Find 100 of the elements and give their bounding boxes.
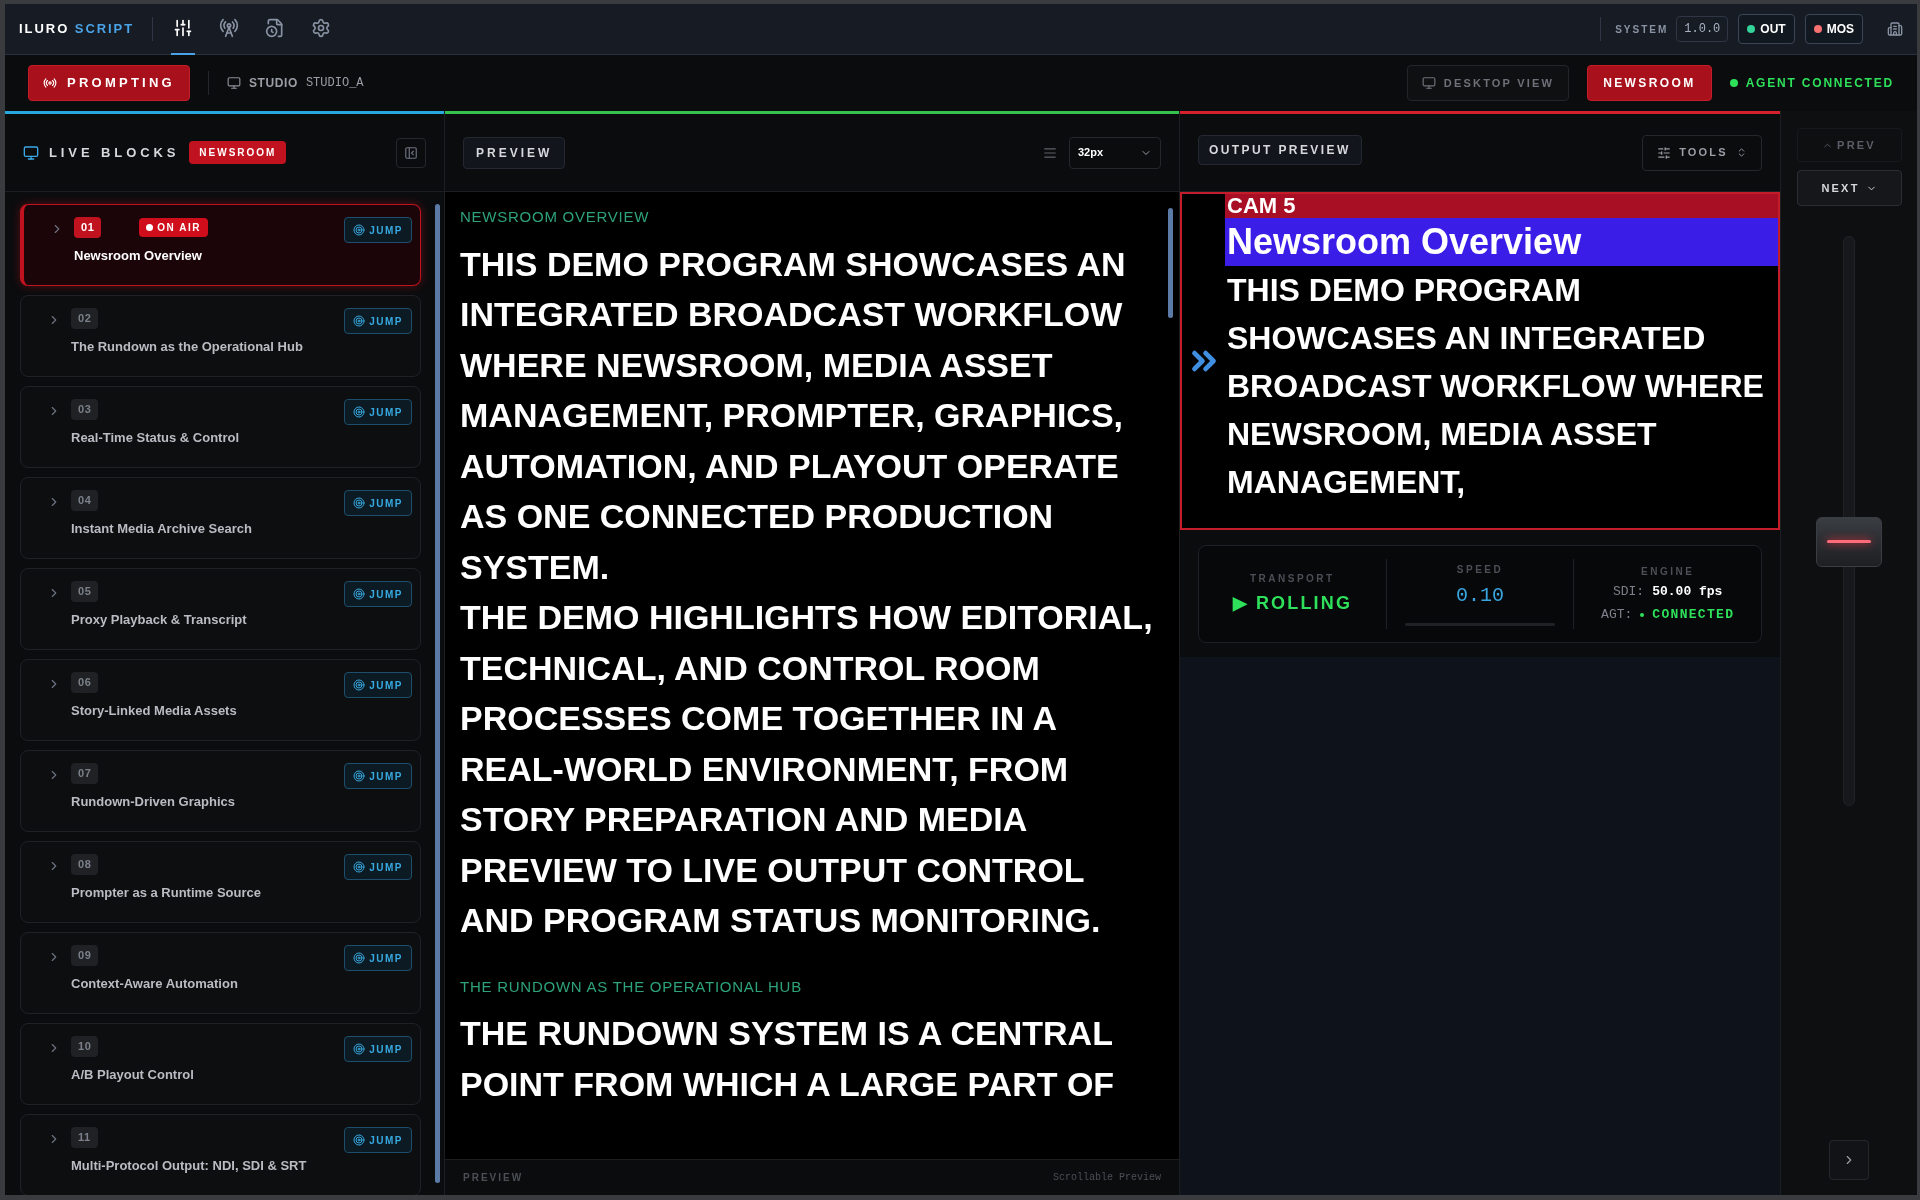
rundown-block[interactable]: 05 Proxy Playback & Transcript JUMP: [20, 568, 421, 650]
block-title: Context-Aware Automation: [71, 974, 239, 993]
output-text: THIS DEMO PROGRAM SHOWCASES AN INTEGRATED BROADCAST WORKFLOW WHERE NEWSROOM, MEDIA ASSET MANAGEMENT,: [1226, 271, 1765, 502]
jump-button[interactable]: JUMP: [344, 672, 412, 698]
block-number: 11: [71, 1127, 98, 1148]
script-paragraph: THE RUNDOWN SYSTEM IS A CENTRAL POINT FROM WHICH A LARGE PART OF: [460, 1013, 1116, 1105]
version-badge: 1.0.0: [1676, 16, 1729, 42]
monitor-icon: [23, 144, 39, 161]
newsroom-badge: NEWSROOM: [189, 141, 287, 164]
tools-button[interactable]: TOOLS: [1642, 134, 1762, 171]
block-number: 06: [71, 672, 99, 693]
collapse-panel-button[interactable]: [396, 137, 426, 168]
target-icon: [353, 1043, 366, 1055]
rundown-block[interactable]: 06 Story-Linked Media Assets JUMP: [20, 659, 421, 741]
target-icon: [353, 770, 366, 782]
fader-track[interactable]: [1815, 236, 1883, 806]
monitor-icon: [227, 76, 241, 90]
newsroom-button[interactable]: NEWSROOM: [1587, 65, 1712, 101]
block-title: Story-Linked Media Assets: [71, 701, 238, 720]
rundown-block[interactable]: 09 Context-Aware Automation JUMP: [20, 932, 421, 1014]
block-number: 03: [71, 399, 99, 420]
block-title: Proxy Playback & Transcript: [71, 610, 248, 629]
jump-button[interactable]: JUMP: [344, 763, 412, 789]
status-badge: MOS: [1804, 14, 1863, 44]
jump-button[interactable]: JUMP: [344, 581, 412, 607]
block-title: Instant Media Archive Search: [71, 519, 253, 538]
jump-button[interactable]: JUMP: [344, 399, 412, 425]
block-title: Prompter as a Runtime Source: [71, 883, 262, 902]
rundown-block[interactable]: 11 Multi-Protocol Output: NDI, SDI & SRT JUMP: [20, 1114, 421, 1195]
block-title: The Rundown as the Operational Hub: [71, 337, 304, 356]
desktop-view-button[interactable]: DESKTOP VIEW: [1406, 65, 1570, 101]
prompting-button[interactable]: PROMPTING: [28, 65, 190, 101]
footer-label: PREVIEW: [463, 1171, 524, 1185]
section-heading: THE RUNDOWN AS THE OPERATIONAL HUB: [460, 976, 803, 997]
section-heading: NEWSROOM OVERVIEW: [460, 207, 651, 227]
rundown-block[interactable]: 02 The Rundown as the Operational Hub JUMP: [20, 295, 421, 377]
target-icon: [353, 588, 366, 600]
studio-value: STUDIO_A: [305, 75, 364, 92]
system-label: SYSTEM: [1615, 22, 1669, 37]
rundown-block[interactable]: 01 ON AIR Newsroom Overview JUMP: [20, 204, 421, 286]
rundown-block[interactable]: 04 Instant Media Archive Search JUMP: [20, 477, 421, 559]
preview-tab[interactable]: PREVIEW: [463, 136, 566, 169]
font-size-select[interactable]: 32px: [1069, 136, 1161, 169]
jump-button[interactable]: JUMP: [344, 1036, 412, 1062]
transport-value: ▶ ROLLING: [1232, 592, 1353, 615]
camera-bar: CAM 5: [1225, 194, 1778, 218]
block-title: Newsroom Overview: [74, 246, 203, 265]
sliders-icon: [1657, 145, 1672, 160]
jump-button[interactable]: JUMP: [344, 490, 412, 516]
text-align-icon[interactable]: [1043, 145, 1057, 160]
app-logo: ILURO SCRIPT: [19, 20, 135, 39]
target-icon: [353, 679, 366, 691]
block-title: A/B Playout Control: [71, 1065, 195, 1084]
target-icon: [353, 406, 366, 418]
broadcast-icon: [43, 76, 57, 90]
script-paragraph: THE DEMO HIGHLIGHTS HOW EDITORIAL, TECHNICAL, AND CONTROL ROOM PROCESSES COME TOGETHER IN A REAL-WORLD ENVIRONMENT, FROM STORY PREPARATION AND MEDIA PREVIEW TO LIVE OUTPUT CONTROL AND PROGRAM STATUS MONITORING.: [460, 597, 1154, 941]
block-number: 05: [71, 581, 99, 602]
panel-title: LIVE BLOCKS: [49, 143, 180, 162]
rundown-block[interactable]: 10 A/B Playout Control JUMP: [20, 1023, 421, 1105]
agt-label: AGT:: [1601, 606, 1633, 624]
status-badge: OUT: [1738, 14, 1795, 44]
block-title: Rundown-Driven Graphics: [71, 792, 236, 811]
sdi-label: SDI:: [1612, 582, 1645, 601]
agent-status: AGENT CONNECTED: [1729, 74, 1894, 92]
block-number: 02: [71, 308, 99, 329]
jump-button[interactable]: JUMP: [344, 308, 412, 334]
monitor-icon: [1421, 76, 1436, 90]
target-icon: [353, 497, 366, 509]
rundown-block[interactable]: 08 Prompter as a Runtime Source JUMP: [20, 841, 421, 923]
scrollbar[interactable]: [1168, 208, 1173, 318]
sdi-value: 50.00 fps: [1652, 582, 1723, 601]
on-air-badge: ON AIR: [139, 217, 208, 237]
transport-label: TRANSPORT: [1249, 572, 1335, 586]
rundown-block[interactable]: 07 Rundown-Driven Graphics JUMP: [20, 750, 421, 832]
block-number: 08: [71, 854, 99, 875]
building-icon[interactable]: [1887, 21, 1903, 37]
rundown-block[interactable]: 03 Real-Time Status & Control JUMP: [20, 386, 421, 468]
target-icon: [353, 1134, 366, 1146]
block-title: Multi-Protocol Output: NDI, SDI & SRT: [71, 1156, 308, 1175]
block-number: 01: [74, 217, 102, 238]
jump-button[interactable]: JUMP: [344, 217, 412, 243]
block-title: Real-Time Status & Control: [71, 428, 241, 447]
block-number: 10: [71, 1036, 99, 1057]
next-button[interactable]: NEXT: [1796, 170, 1902, 206]
engine-label: ENGINE: [1641, 564, 1695, 579]
jump-button[interactable]: JUMP: [344, 945, 412, 971]
jump-button[interactable]: JUMP: [344, 1127, 412, 1153]
speed-label: SPEED: [1456, 563, 1504, 577]
scrollbar[interactable]: [435, 204, 440, 1183]
target-icon: [353, 224, 366, 236]
output-preview-tab[interactable]: OUTPUT PREVIEW: [1198, 134, 1362, 165]
target-icon: [353, 315, 366, 327]
studio-label: STUDIO: [249, 75, 298, 92]
speed-value: 0.10: [1456, 583, 1504, 609]
jump-button[interactable]: JUMP: [344, 854, 412, 880]
block-number: 04: [71, 490, 99, 511]
collapse-panel-icon: [404, 145, 418, 160]
script-paragraph: THIS DEMO PROGRAM SHOWCASES AN INTEGRATED BROADCAST WORKFLOW WHERE NEWSROOM, MEDIA ASSET MANAGEMENT, PROMPTER, GRAPHICS, AUTOMATION, AND PLAYOUT OPERATE AS ONE CONNECTED PRODUCTION SYSTEM.: [460, 243, 1127, 588]
fader-handle[interactable]: [1816, 516, 1882, 567]
target-icon: [353, 952, 366, 964]
